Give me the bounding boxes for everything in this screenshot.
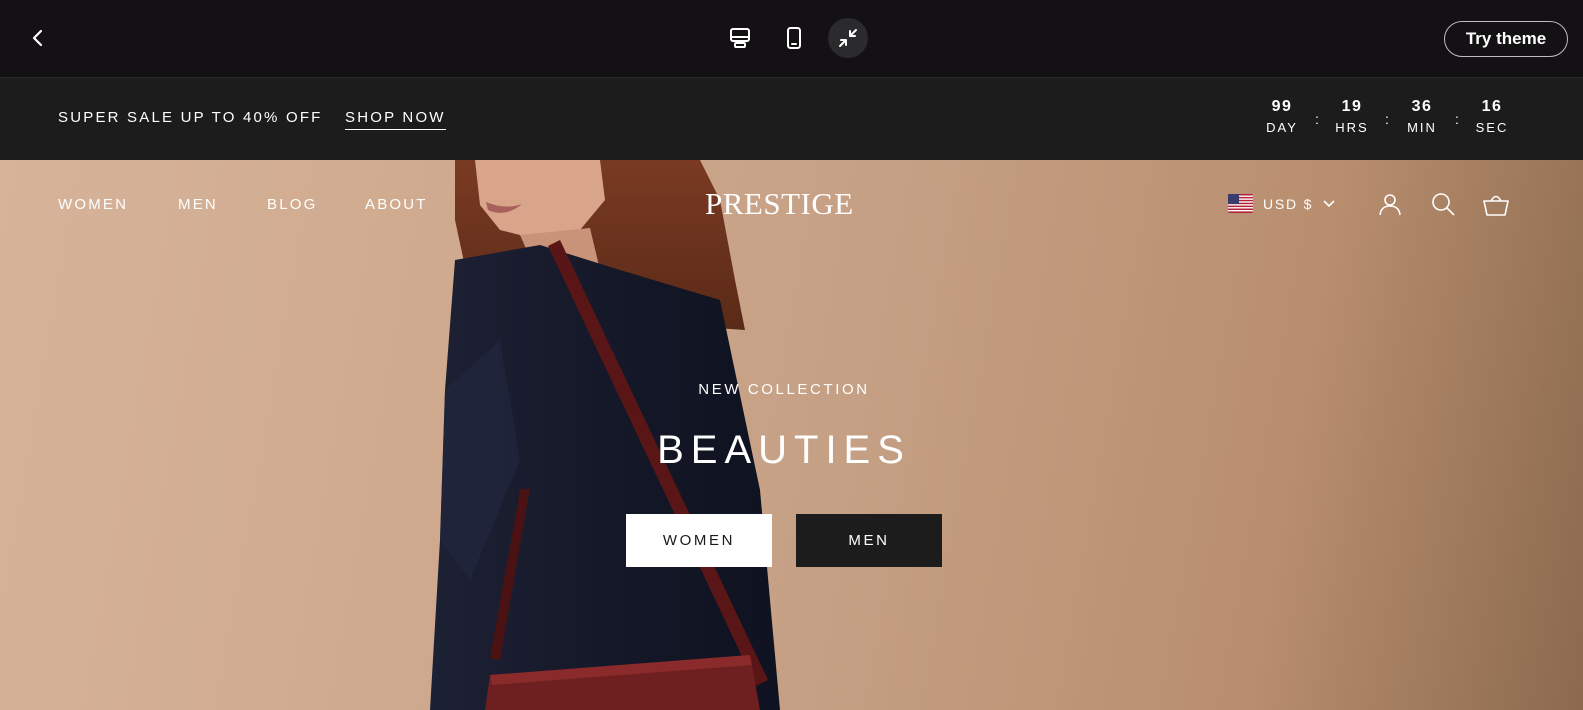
countdown-days-label: DAY bbox=[1266, 120, 1298, 135]
countdown-hours-value: 19 bbox=[1341, 98, 1363, 115]
countdown-minutes-value: 36 bbox=[1411, 98, 1433, 115]
desktop-view-button[interactable] bbox=[720, 18, 760, 58]
nav-about[interactable]: ABOUT bbox=[365, 196, 428, 213]
mobile-icon bbox=[787, 27, 801, 49]
countdown-minutes: 36 MIN bbox=[1402, 98, 1442, 135]
search-button[interactable] bbox=[1429, 190, 1457, 218]
hero-title: BEAUTIES bbox=[657, 428, 911, 472]
nav-blog[interactable]: BLOG bbox=[267, 196, 317, 213]
countdown-seconds-value: 16 bbox=[1481, 98, 1503, 115]
us-flag-icon bbox=[1228, 194, 1253, 213]
countdown-separator: : bbox=[1315, 111, 1319, 127]
cart-button[interactable] bbox=[1482, 190, 1510, 218]
shop-now-link[interactable]: SHOP NOW bbox=[345, 109, 446, 130]
chevron-left-icon bbox=[32, 29, 43, 47]
hero-subtitle: NEW COLLECTION bbox=[698, 381, 870, 398]
countdown-hours: 19 HRS bbox=[1332, 98, 1372, 135]
chevron-down-icon bbox=[1323, 199, 1335, 207]
desktop-icon bbox=[730, 28, 750, 48]
announcement-text: SUPER SALE UP TO 40% OFF bbox=[58, 109, 323, 126]
countdown-hours-label: HRS bbox=[1335, 120, 1369, 135]
store-logo[interactable]: PRESTIGE bbox=[705, 186, 854, 222]
countdown-seconds-label: SEC bbox=[1475, 120, 1509, 135]
shop-women-button[interactable]: WOMEN bbox=[626, 514, 772, 567]
shop-men-button[interactable]: MEN bbox=[796, 514, 942, 567]
countdown-days-value: 99 bbox=[1271, 98, 1293, 115]
back-button[interactable] bbox=[22, 22, 54, 54]
countdown-separator: : bbox=[1385, 111, 1389, 127]
collapse-view-button[interactable] bbox=[828, 18, 868, 58]
countdown-seconds: 16 SEC bbox=[1472, 98, 1512, 135]
nav-women[interactable]: WOMEN bbox=[58, 196, 128, 213]
account-button[interactable] bbox=[1376, 190, 1404, 218]
try-theme-button[interactable]: Try theme bbox=[1444, 21, 1568, 57]
nav-men[interactable]: MEN bbox=[178, 196, 218, 213]
countdown-separator: : bbox=[1455, 111, 1459, 127]
device-switcher bbox=[720, 18, 868, 58]
currency-label: USD $ bbox=[1263, 195, 1314, 212]
countdown-timer: 99 DAY : 19 HRS : 36 MIN : 16 SEC bbox=[1262, 98, 1512, 135]
collapse-icon bbox=[839, 29, 857, 47]
account-icon bbox=[1379, 194, 1401, 216]
countdown-minutes-label: MIN bbox=[1407, 120, 1437, 135]
countdown-days: 99 DAY bbox=[1262, 98, 1302, 135]
currency-selector[interactable]: USD $ bbox=[1228, 194, 1335, 213]
preview-toolbar: Try theme bbox=[0, 0, 1583, 78]
mobile-view-button[interactable] bbox=[774, 18, 814, 58]
cart-icon bbox=[1483, 195, 1509, 216]
search-icon bbox=[1432, 193, 1455, 216]
